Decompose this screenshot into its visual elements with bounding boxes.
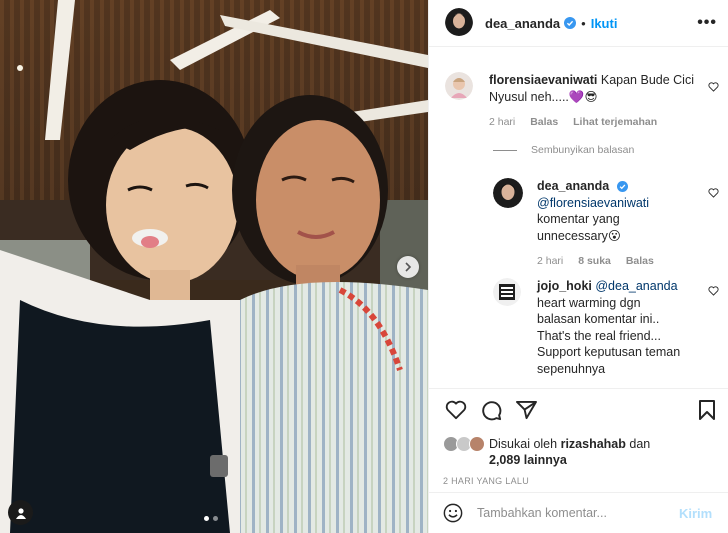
likes-summary: Disukai oleh rizashahab dan 2,089 lainny… [443, 436, 650, 468]
tagged-users-button[interactable] [8, 500, 33, 525]
verified-badge-icon [564, 17, 577, 29]
reply-item: dea_ananda @florensiaevaniwati komentar … [493, 178, 667, 267]
photo-scene [0, 0, 428, 533]
likes-prefix: Disukai oleh [489, 437, 558, 451]
comments-list: florensiaevaniwati Kapan Bude Cici Nyusu… [429, 48, 728, 388]
reply-button[interactable]: Balas [626, 255, 654, 267]
add-comment-bar: Kirim [429, 492, 728, 533]
like-comment-heart-icon[interactable] [708, 286, 719, 296]
reply-mention[interactable]: @florensiaevaniwati [537, 196, 649, 210]
carousel-dot [204, 516, 209, 521]
author-avatar[interactable] [445, 7, 473, 39]
liker-avatar [469, 436, 485, 452]
header-separator: • [581, 15, 586, 31]
liker-avatars[interactable] [443, 436, 489, 452]
share-send-icon[interactable] [516, 400, 537, 420]
post-details-panel: dea_ananda • Ikuti ••• florensiaevaniwat… [428, 0, 728, 533]
reply-avatar[interactable] [493, 178, 523, 208]
more-options-icon[interactable]: ••• [697, 14, 717, 32]
verified-badge-icon [616, 181, 628, 193]
translate-button[interactable]: Lihat terjemahan [573, 116, 657, 128]
reply-mention[interactable]: @dea_ananda [595, 279, 677, 293]
divider-line [493, 149, 517, 151]
like-heart-icon[interactable] [445, 400, 467, 420]
like-comment-heart-icon[interactable] [708, 82, 719, 92]
comment-item: florensiaevaniwati Kapan Bude Cici Nyusu… [445, 72, 703, 128]
reply-username[interactable]: dea_ananda [537, 179, 609, 193]
user-icon [15, 507, 26, 519]
commenter-avatar[interactable] [445, 72, 473, 100]
comment-input[interactable] [477, 506, 667, 520]
emoji-smiley-icon[interactable] [443, 503, 463, 523]
comment-time[interactable]: 2 hari [489, 116, 515, 128]
reply-button[interactable]: Balas [530, 116, 558, 128]
likes-count[interactable]: 2,089 lainnya [489, 453, 567, 467]
reply-time[interactable]: 2 hari [537, 255, 563, 267]
reply-likes-count[interactable]: 8 suka [578, 255, 611, 267]
reply-text: heart warming dgn balasan komentar ini..… [537, 295, 681, 376]
carousel-indicator [204, 516, 218, 521]
likes-conj: dan [629, 437, 651, 451]
carousel-dot [213, 516, 218, 521]
follow-button[interactable]: Ikuti [591, 16, 618, 31]
liker-username[interactable]: rizashahab [561, 437, 626, 451]
reply-avatar[interactable] [493, 278, 521, 306]
bookmark-save-icon[interactable] [699, 400, 715, 420]
post-comment-button[interactable]: Kirim [679, 506, 712, 521]
comment-username[interactable]: florensiaevaniwati [489, 73, 597, 87]
hide-replies-toggle[interactable]: Sembunyikan balasan [493, 144, 634, 156]
post-photo[interactable] [0, 0, 428, 533]
reply-text: komentar yang unnecessary😮 [537, 212, 621, 243]
like-comment-heart-icon[interactable] [708, 188, 719, 198]
post-actions-bar [429, 388, 728, 432]
chevron-right-icon [405, 262, 412, 272]
comment-bubble-icon[interactable] [481, 400, 502, 421]
post-date[interactable]: 2 HARI YANG LALU [443, 476, 529, 486]
carousel-next-button[interactable] [397, 256, 419, 278]
hide-replies-label: Sembunyikan balasan [531, 144, 635, 156]
post-header: dea_ananda • Ikuti ••• [429, 0, 728, 47]
reply-username[interactable]: jojo_hoki [537, 279, 592, 293]
reply-item: jojo_hoki @dea_ananda heart warming dgn … [493, 278, 687, 377]
author-username[interactable]: dea_ananda [485, 16, 560, 31]
